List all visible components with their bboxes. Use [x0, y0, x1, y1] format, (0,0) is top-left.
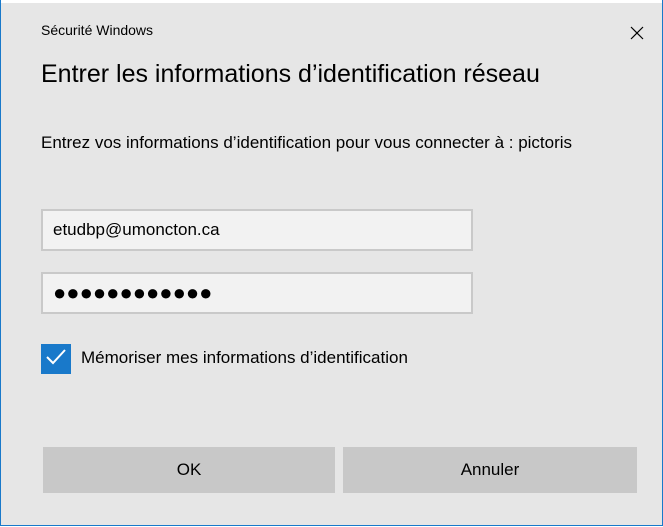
close-icon	[630, 26, 644, 40]
window-title: Sécurité Windows	[41, 22, 154, 38]
dialog-heading: Entrer les informations d’identification…	[41, 60, 540, 88]
cancel-button[interactable]: Annuler	[343, 447, 637, 493]
close-button[interactable]	[619, 16, 655, 50]
remember-label[interactable]: Mémoriser mes informations d’identificat…	[81, 343, 421, 372]
password-field[interactable]	[41, 272, 473, 314]
ok-button[interactable]: OK	[43, 447, 335, 493]
credentials-dialog: Sécurité Windows Entrer les informations…	[0, 0, 663, 526]
checkmark-icon	[45, 348, 67, 371]
username-field[interactable]	[41, 209, 473, 251]
dialog-message: Entrez vos informations d’identification…	[41, 133, 573, 152]
title-bar	[1, 0, 662, 3]
remember-checkbox[interactable]	[41, 344, 71, 374]
